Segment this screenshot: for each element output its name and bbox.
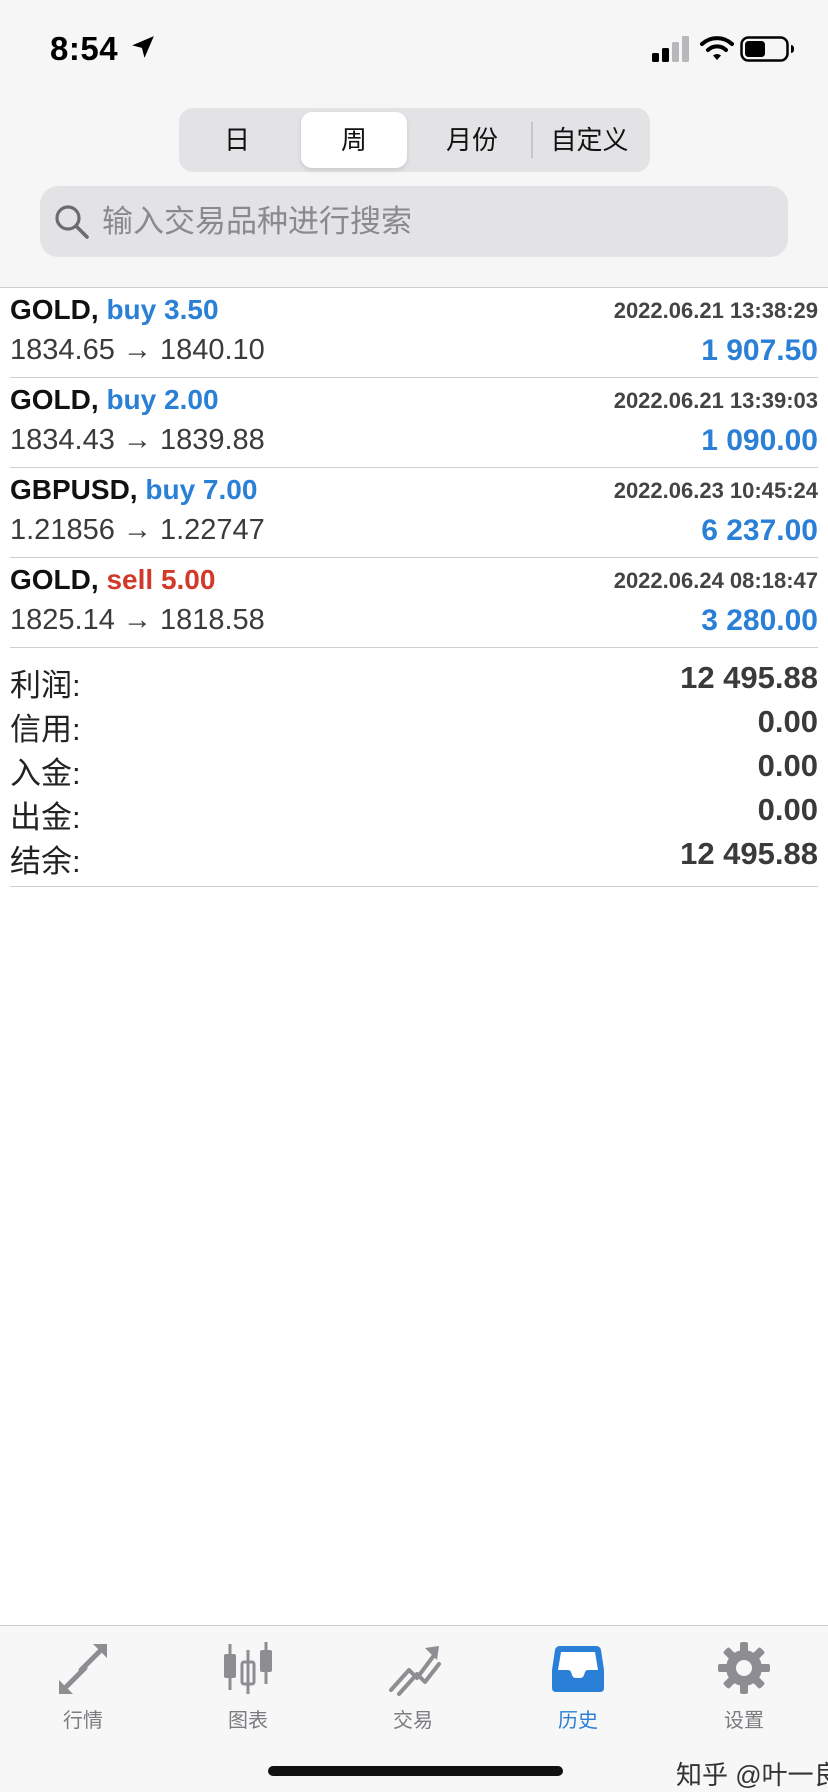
cellular-signal-icon [652,36,689,62]
trade-row[interactable]: GOLD, buy 2.00 2022.06.21 13:39:03 1834.… [10,378,818,468]
period-segmented-control: 日 周 月份 自定义 [179,108,650,172]
settings-gear-icon [718,1642,770,1694]
tab-label: 设置 [724,1710,764,1732]
trade-open-price: 1.21856 [10,514,115,546]
trade-side: sell [106,564,154,595]
account-summary: 利润: 12 495.88 信用: 0.00 入金: 0.00 出金: 0.00… [10,652,818,887]
trade-row[interactable]: GBPUSD, buy 7.00 2022.06.23 10:45:24 1.2… [10,468,818,558]
summary-row-balance: 结余: 12 495.88 [10,828,818,879]
trade-symbol: GOLD, [10,294,99,325]
summary-value: 0.00 [757,748,818,783]
summary-row-deposit: 入金: 0.00 [10,740,818,791]
trade-prices: 1.21856 → 1.22747 [10,514,265,547]
price-arrow: → [122,604,152,636]
trade-close-price: 1839.88 [159,424,265,456]
trade-prices: 1825.14 → 1818.58 [10,604,265,637]
trade-volume: 3.50 [164,294,219,325]
wifi-icon [700,36,734,60]
trade-volume: 5.00 [160,564,216,595]
price-arrow: → [122,514,152,546]
trade-open-price: 1834.43 [10,424,115,456]
search-icon [55,205,89,239]
summary-value: 0.00 [757,704,818,739]
trade-close-price: 1.22747 [159,514,265,546]
trade-open-price: 1834.65 [10,334,115,366]
summary-value: 0.00 [757,792,818,827]
tab-history[interactable]: 历史 [518,1640,638,1750]
tab-label: 历史 [558,1710,598,1732]
trade-volume: 7.00 [202,474,258,505]
trade-volume: 2.00 [164,384,219,415]
trade-close-price: 1840.10 [159,334,265,366]
trade-prices: 1834.65 → 1840.10 [10,334,265,367]
trade-title: GBPUSD, buy 7.00 [10,474,257,506]
trade-title: GOLD, buy 2.00 [10,384,219,416]
trade-side: buy [145,474,196,505]
location-arrow-icon [132,36,154,58]
trade-side: buy [106,294,157,325]
period-tab-month[interactable]: 月份 [415,112,529,168]
trade-trend-icon [389,1646,441,1696]
tab-quotes[interactable]: 行情 [23,1640,143,1750]
trade-symbol: GBPUSD, [10,474,138,505]
period-tab-day[interactable]: 日 [183,112,291,168]
tab-settings[interactable]: 设置 [684,1640,804,1750]
history-inbox-icon [552,1646,604,1692]
quotes-arrows-icon [59,1644,107,1694]
trade-profit: 1 090.00 [701,424,818,457]
trade-profit: 3 280.00 [701,604,818,637]
summary-value: 12 495.88 [680,836,818,871]
status-time: 8:54 [50,30,119,67]
trade-symbol: GOLD, [10,564,99,595]
tab-trade[interactable]: 交易 [353,1640,473,1750]
tab-label: 行情 [63,1710,103,1732]
trade-history-list: GOLD, buy 3.50 2022.06.21 13:38:29 1834.… [0,288,828,648]
trade-close-price: 1818.58 [159,604,265,636]
trade-profit: 6 237.00 [701,514,818,547]
summary-row-withdrawal: 出金: 0.00 [10,784,818,835]
trade-title: GOLD, buy 3.50 [10,294,219,326]
summary-row-credit: 信用: 0.00 [10,696,818,747]
trade-datetime: 2022.06.21 13:39:03 [613,388,818,413]
search-input[interactable] [102,186,772,257]
price-arrow: → [122,424,152,456]
tab-label: 交易 [393,1710,433,1732]
watermark-text: 知乎 @叶一良 [676,1760,828,1790]
tab-charts[interactable]: 图表 [188,1640,308,1750]
summary-value: 12 495.88 [680,660,818,695]
home-indicator [268,1766,563,1776]
status-bar: 8:54 [0,0,828,96]
period-tab-custom[interactable]: 自定义 [533,112,646,168]
trade-datetime: 2022.06.24 08:18:47 [613,568,818,593]
trade-title: GOLD, sell 5.00 [10,564,215,596]
price-arrow: → [122,334,152,366]
trade-datetime: 2022.06.23 10:45:24 [613,478,818,503]
trade-side: buy [106,384,157,415]
trade-symbol: GOLD, [10,384,99,415]
trade-datetime: 2022.06.21 13:38:29 [613,298,818,323]
trade-row[interactable]: GOLD, buy 3.50 2022.06.21 13:38:29 1834.… [10,288,818,378]
battery-icon [740,36,794,62]
candlestick-chart-icon [224,1642,272,1694]
tab-label: 图表 [228,1710,268,1732]
summary-label: 结余: [10,844,81,879]
trade-row[interactable]: GOLD, sell 5.00 2022.06.24 08:18:47 1825… [10,558,818,648]
summary-row-profit: 利润: 12 495.88 [10,652,818,703]
trade-open-price: 1825.14 [10,604,115,636]
search-bar[interactable] [40,186,788,257]
top-header: 8:54 日 周 月份 自定义 [0,0,828,288]
period-tab-week[interactable]: 周 [301,112,407,168]
trade-profit: 1 907.50 [701,334,818,367]
trade-prices: 1834.43 → 1839.88 [10,424,265,457]
